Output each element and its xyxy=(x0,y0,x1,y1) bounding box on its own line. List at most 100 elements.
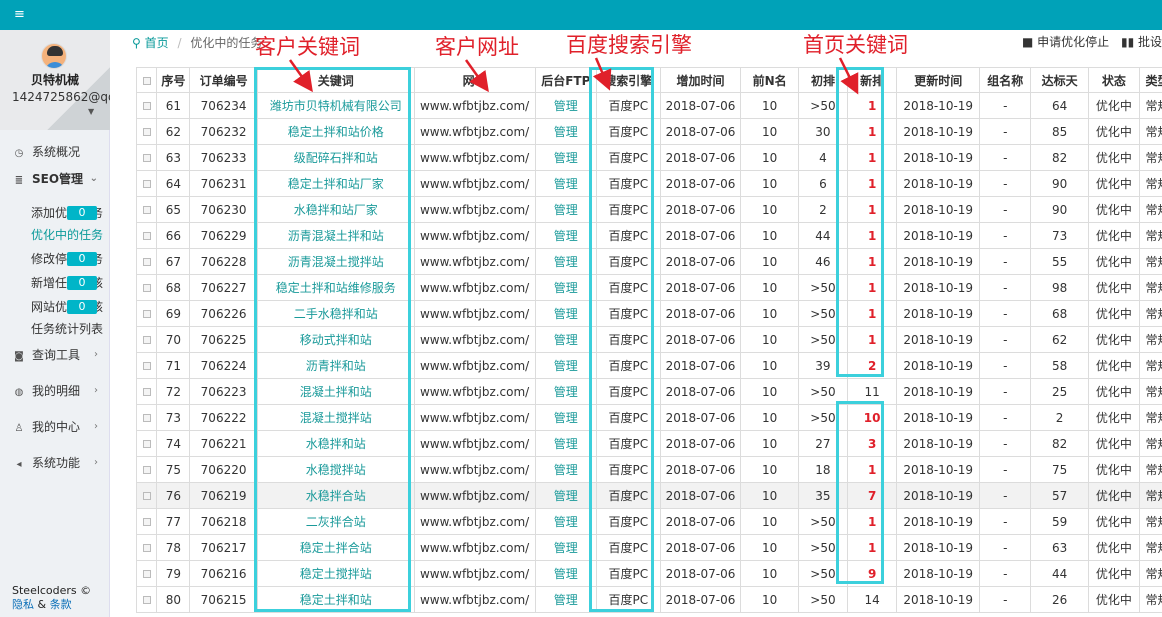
row-checkbox[interactable] xyxy=(135,248,158,275)
cell-ftp-manage[interactable]: 管理 xyxy=(534,144,598,171)
privacy-link[interactable]: 隐私 xyxy=(12,598,34,611)
table-row[interactable]: 68 706227 稳定土拌和站维修服务 www.wfbtjbz.com/管理 百度PC… xyxy=(135,274,1162,301)
row-checkbox[interactable] xyxy=(135,300,158,327)
cell-ftp-manage[interactable]: 管理 xyxy=(534,534,598,561)
row-checkbox[interactable] xyxy=(135,404,158,431)
cell-added-date: 2018-07-06 xyxy=(659,534,742,561)
table-row[interactable]: 73 706222 混凝土搅拌站 www.wfbtjbz.com/管理 百度PC 2018… xyxy=(135,404,1162,431)
cell-ftp-manage[interactable]: 管理 xyxy=(534,456,598,483)
row-checkbox[interactable] xyxy=(135,118,158,145)
cell-ftp-manage[interactable]: 管理 xyxy=(534,352,598,379)
menu-icon[interactable]: ≡ xyxy=(14,7,25,23)
select-all-checkbox[interactable] xyxy=(135,67,158,93)
row-checkbox[interactable] xyxy=(135,534,158,561)
col-header[interactable]: 类型 xyxy=(1139,67,1162,93)
nav-item-query-tools[interactable]: ◙ 查询工具 › xyxy=(0,344,110,366)
table-row[interactable]: 71 706224 沥青拌和站 www.wfbtjbz.com/管理 百度PC 2018-… xyxy=(135,352,1162,379)
col-header[interactable]: 新排 xyxy=(847,67,898,93)
sub-item-new-review[interactable]: 新增任务审核0 xyxy=(31,273,110,293)
cell-days-met: 25 xyxy=(1030,378,1089,405)
table-row[interactable]: 61 706234 潍坊市贝特机械有限公司 www.wfbtjbz.com/管理 百度P… xyxy=(135,92,1162,119)
nav-item-seo[interactable]: ≣ SEO管理 ⌄ xyxy=(0,168,110,190)
row-checkbox[interactable] xyxy=(135,430,158,457)
col-header[interactable]: 后台FTP xyxy=(534,67,598,93)
row-checkbox[interactable] xyxy=(135,326,158,353)
col-header[interactable]: 初排 xyxy=(797,67,849,93)
sub-item-optimizing[interactable]: 优化中的任务 xyxy=(31,225,110,245)
col-header[interactable]: 前N名 xyxy=(740,67,799,93)
nav-item-overview[interactable]: ◷ 系统概况 xyxy=(0,141,110,163)
col-header[interactable]: 增加时间 xyxy=(659,67,742,93)
cell-days-met: 90 xyxy=(1030,196,1089,223)
table-row[interactable]: 74 706221 水稳拌和站 www.wfbtjbz.com/管理 百度PC 2018-… xyxy=(135,430,1162,457)
cell-ftp-manage[interactable]: 管理 xyxy=(534,508,598,535)
cell-ftp-manage[interactable]: 管理 xyxy=(534,326,598,353)
col-header[interactable]: 网址 xyxy=(413,67,536,93)
col-header[interactable]: 更新时间 xyxy=(896,67,981,93)
cell-ftp-manage[interactable]: 管理 xyxy=(534,430,598,457)
nav-item-my-center[interactable]: ♙ 我的中心 › xyxy=(0,416,110,438)
cell-ftp-manage[interactable]: 管理 xyxy=(534,300,598,327)
col-header[interactable]: 订单编号 xyxy=(189,67,258,93)
row-checkbox[interactable] xyxy=(135,222,158,249)
table-row[interactable]: 63 706233 级配碎石拌和站 www.wfbtjbz.com/管理 百度PC 201… xyxy=(135,144,1162,171)
col-header[interactable]: 序号 xyxy=(156,67,191,93)
table-row[interactable]: 69 706226 二手水稳拌和站 www.wfbtjbz.com/管理 百度PC 201… xyxy=(135,300,1162,327)
row-checkbox[interactable] xyxy=(135,456,158,483)
row-checkbox[interactable] xyxy=(135,560,158,587)
cell-ftp-manage[interactable]: 管理 xyxy=(534,118,598,145)
sub-item-add-task[interactable]: 添加优化任务0 xyxy=(31,203,110,223)
count-badge: 0 xyxy=(67,206,97,220)
nav-item-my-details[interactable]: ◍ 我的明细 › xyxy=(0,380,110,402)
cell-ftp-manage[interactable]: 管理 xyxy=(534,560,598,587)
col-header[interactable]: 关键词 xyxy=(256,67,415,93)
cell-ftp-manage[interactable]: 管理 xyxy=(534,196,598,223)
table-row[interactable]: 79 706216 稳定土搅拌站 www.wfbtjbz.com/管理 百度PC 2018… xyxy=(135,560,1162,587)
row-checkbox[interactable] xyxy=(135,378,158,405)
col-header[interactable]: 达标天 xyxy=(1030,67,1089,93)
table-row[interactable]: 75 706220 水稳搅拌站 www.wfbtjbz.com/管理 百度PC 2018-… xyxy=(135,456,1162,483)
row-checkbox[interactable] xyxy=(135,586,158,613)
row-checkbox[interactable] xyxy=(135,92,158,119)
row-checkbox[interactable] xyxy=(135,508,158,535)
cell-ftp-manage[interactable]: 管理 xyxy=(534,586,598,613)
cell-ftp-manage[interactable]: 管理 xyxy=(534,248,598,275)
request-stop-button[interactable]: ■ 申请优化停止 xyxy=(1022,35,1109,49)
cell-ftp-manage[interactable]: 管理 xyxy=(534,92,598,119)
batch-set-button[interactable]: ▮▮ 批设 xyxy=(1121,35,1162,49)
cell-ftp-manage[interactable]: 管理 xyxy=(534,170,598,197)
row-checkbox[interactable] xyxy=(135,482,158,509)
table-row[interactable]: 77 706218 二灰拌合站 www.wfbtjbz.com/管理 百度PC 2018-… xyxy=(135,508,1162,535)
table-row[interactable]: 76 706219 水稳拌合站 www.wfbtjbz.com/管理 百度PC 2018-… xyxy=(135,482,1162,509)
table-row[interactable]: 64 706231 稳定土拌和站厂家 www.wfbtjbz.com/管理 百度PC 20… xyxy=(135,170,1162,197)
table-row[interactable]: 65 706230 水稳拌和站厂家 www.wfbtjbz.com/管理 百度PC 201… xyxy=(135,196,1162,223)
sub-item-stats[interactable]: 任务统计列表 xyxy=(31,319,110,339)
row-checkbox[interactable] xyxy=(135,170,158,197)
row-checkbox[interactable] xyxy=(135,274,158,301)
col-header[interactable]: 组名称 xyxy=(979,67,1032,93)
table-row[interactable]: 70 706225 移动式拌和站 www.wfbtjbz.com/管理 百度PC 2018… xyxy=(135,326,1162,353)
row-checkbox[interactable] xyxy=(135,352,158,379)
row-checkbox[interactable] xyxy=(135,196,158,223)
breadcrumb-home[interactable]: ⚲ 首页 xyxy=(132,36,169,50)
table-row[interactable]: 72 706223 混凝土拌和站 www.wfbtjbz.com/管理 百度PC 2018… xyxy=(135,378,1162,405)
table-row[interactable]: 78 706217 稳定土拌合站 www.wfbtjbz.com/管理 百度PC 2018… xyxy=(135,534,1162,561)
row-checkbox[interactable] xyxy=(135,144,158,171)
col-header[interactable]: 状态 xyxy=(1087,67,1141,93)
table-row[interactable]: 80 706215 稳定土拌和站 www.wfbtjbz.com/管理 百度PC 2018… xyxy=(135,586,1162,613)
avatar[interactable] xyxy=(41,43,67,69)
cell-ftp-manage[interactable]: 管理 xyxy=(534,274,598,301)
caret-down-icon[interactable]: ▼ xyxy=(88,107,94,116)
sub-item-modify-stop[interactable]: 修改停止任务0 xyxy=(31,249,110,269)
sub-item-site-review[interactable]: 网站优化审核0 xyxy=(31,297,110,317)
cell-ftp-manage[interactable]: 管理 xyxy=(534,222,598,249)
table-row[interactable]: 66 706229 沥青混凝土拌和站 www.wfbtjbz.com/管理 百度PC 20… xyxy=(135,222,1162,249)
cell-ftp-manage[interactable]: 管理 xyxy=(534,482,598,509)
terms-link[interactable]: 条款 xyxy=(50,598,72,611)
table-row[interactable]: 62 706232 稳定土拌和站价格 www.wfbtjbz.com/管理 百度PC 20… xyxy=(135,118,1162,145)
cell-ftp-manage[interactable]: 管理 xyxy=(534,378,598,405)
col-header[interactable]: 搜索引擎 xyxy=(596,67,661,93)
cell-ftp-manage[interactable]: 管理 xyxy=(534,404,598,431)
nav-item-system[interactable]: ◂ 系统功能 › xyxy=(0,452,110,474)
table-row[interactable]: 67 706228 沥青混凝土搅拌站 www.wfbtjbz.com/管理 百度PC 20… xyxy=(135,248,1162,275)
